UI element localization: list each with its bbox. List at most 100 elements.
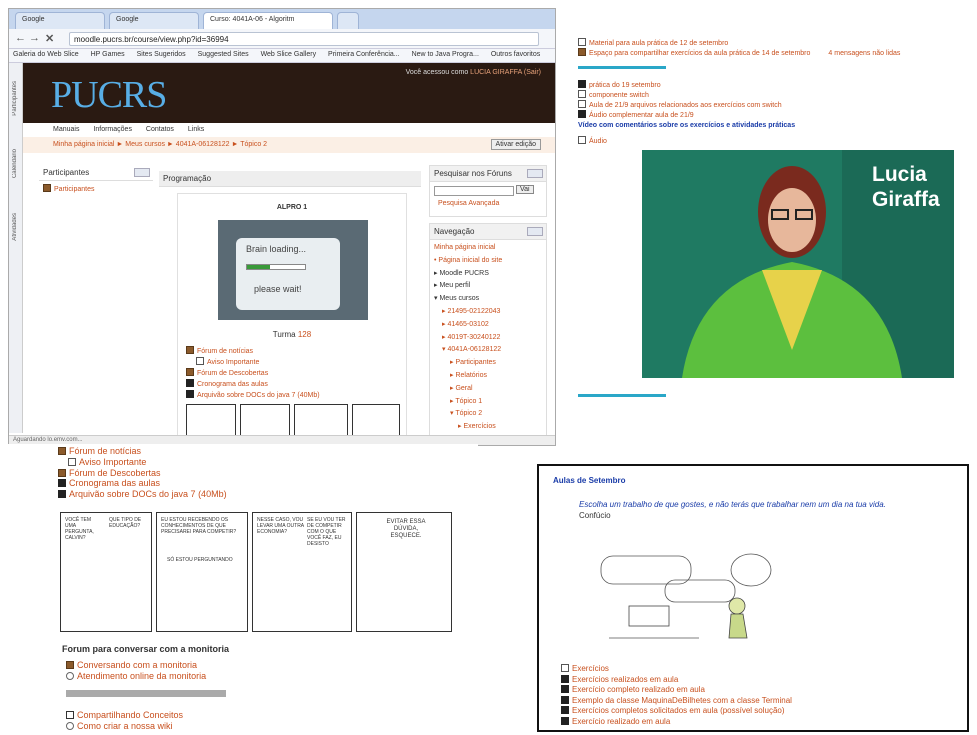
block-toggle-button[interactable] [527, 169, 543, 178]
list-item[interactable]: Arquivão sobre DOCs do java 7 (40Mb) [186, 390, 320, 401]
participants-link[interactable]: Participantes [39, 181, 153, 196]
nav-item[interactable]: ▾ Tópico 2 [434, 408, 542, 421]
block-toggle-button[interactable] [527, 227, 543, 236]
list-item[interactable]: Como criar a nossa wiki [66, 721, 183, 732]
nav-item[interactable]: ▸ Tópico 1 [434, 396, 542, 409]
list-item[interactable]: Fórum de Descobertas [58, 468, 227, 479]
lesson-list: Exercícios Exercícios realizados em aula… [561, 664, 792, 727]
list-item[interactable]: Exercícios [561, 664, 792, 675]
list-item[interactable]: Exercício completo realizado em aula [561, 685, 792, 696]
list-item[interactable]: Exercícios realizados em aula [561, 674, 792, 686]
nav-item[interactable]: ▸ Meu perfil [434, 280, 542, 293]
bookmark[interactable]: HP Games [91, 51, 125, 58]
breadcrumb[interactable]: Minha página inicial ► Meus cursos ► 404… [53, 141, 267, 148]
comic-text: NESSE CASO, VOU LEVAR UMA OUTRA ECONOMIA… [257, 517, 304, 535]
menu-item[interactable]: Manuais [53, 126, 79, 133]
list-item[interactable]: Espaço para compartilhar exercícios da a… [578, 48, 900, 58]
logout-link[interactable]: (Sair) [524, 69, 541, 76]
list-item[interactable]: Exercício realizado em aula [561, 716, 792, 728]
nav-item[interactable]: ▸ Moodle PUCRS [434, 268, 542, 281]
list-item[interactable]: Áudio complementar aula de 21/9 [578, 110, 782, 120]
presenter-last-name: Giraffa [872, 188, 940, 211]
item-label: Exemplo da classe MaquinaDeBilhetes com … [572, 695, 792, 705]
nav-item[interactable]: ▸ Participantes [434, 357, 542, 370]
login-user-link[interactable]: LUCIA GIRAFFA [470, 69, 522, 76]
list-item[interactable]: Fórum de Descobertas [186, 368, 320, 379]
list-item[interactable]: Aviso Importante [186, 357, 320, 368]
bookmark[interactable]: Primeira Conferência... [328, 51, 400, 58]
item-label: Compartilhando Conceitos [77, 710, 184, 720]
list-item[interactable]: Material para aula prática de 12 de sete… [578, 38, 900, 48]
browser-tab-1[interactable]: Google [15, 12, 105, 29]
list-item[interactable]: Arquivão sobre DOCs do java 7 (40Mb) [58, 489, 227, 500]
new-tab-button[interactable] [337, 12, 359, 29]
audio-link[interactable]: Áudio [578, 136, 607, 145]
list-item[interactable]: prática do 19 setembro [578, 80, 782, 90]
list-item[interactable]: Compartilhando Conceitos [66, 710, 183, 721]
list-item[interactable]: Atendimento online da monitoria [66, 671, 206, 682]
comic-panel: EU ESTOU RECEBENDO OS CONHECIMENTOS DE Q… [156, 512, 248, 632]
list-item[interactable]: Cronograma das aulas [186, 379, 320, 390]
video-panel: Material para aula prática de 12 de sete… [574, 34, 974, 404]
side-tab-atividades[interactable]: Atividades [12, 213, 18, 241]
nav-item[interactable]: ▾ 4041A-06128122 [434, 344, 542, 357]
list-item[interactable]: Cronograma das aulas [58, 478, 227, 489]
side-tab-calendario[interactable]: Calendário [12, 149, 18, 178]
bookmark[interactable]: Galeria do Web Slice [13, 51, 79, 58]
list-item[interactable]: componente switch [578, 90, 782, 100]
unread-count[interactable]: 4 mensagens não lidas [828, 50, 900, 57]
comic-text: EU ESTOU RECEBENDO OS CONHECIMENTOS DE Q… [161, 517, 237, 535]
file-icon [561, 695, 569, 704]
bookmark[interactable]: Outros favoritos [491, 51, 540, 58]
login-text: Você acessou como [405, 69, 469, 76]
nav-label: Moodle PUCRS [439, 269, 489, 277]
list-item[interactable]: Exemplo da classe MaquinaDeBilhetes com … [561, 695, 792, 707]
section-heading: Aulas de Setembro [553, 476, 626, 485]
forum-icon [58, 447, 66, 455]
search-go-button[interactable]: Vai [516, 185, 534, 194]
bookmark[interactable]: Sites Sugeridos [137, 51, 186, 58]
list-item[interactable]: Fórum de notícias [186, 346, 320, 357]
menu-item[interactable]: Contatos [146, 126, 174, 133]
list-item[interactable]: Conversando com a monitoria [66, 660, 206, 671]
back-icon[interactable]: ← [15, 32, 26, 44]
comic-text: SE EU VOU TER DE COMPETIR COM O QUE VOCÊ… [307, 517, 346, 547]
forward-icon[interactable]: → [29, 32, 40, 44]
brain-loading-image: Brain loading... please wait! [218, 220, 368, 320]
advanced-search-link[interactable]: Pesquisa Avançada [438, 200, 499, 207]
nav-item[interactable]: Minha página inicial [434, 242, 542, 255]
block-toggle-button[interactable] [134, 168, 150, 177]
nav-label: 21495-02122043 [447, 307, 501, 315]
nav-item[interactable]: ▸ 41465-03102 [434, 319, 542, 332]
nav-item[interactable]: ▸ 21495-02122043 [434, 306, 542, 319]
tab-label: Curso: 4041A-06 - Algoritm [210, 16, 295, 23]
menu-item[interactable]: Links [188, 126, 204, 133]
browser-tab-2[interactable]: Google [109, 12, 199, 29]
forum-search-input[interactable] [434, 186, 514, 196]
nav-item[interactable]: ▸ Geral [434, 383, 542, 396]
list-item[interactable]: Aula de 21/9 arquivos relacionados aos e… [578, 100, 782, 110]
top-item-list: Material para aula prática de 12 de sete… [578, 38, 900, 58]
nav-item[interactable]: ▸ 4019T-30240122 [434, 332, 542, 345]
edit-mode-button[interactable]: Ativar edição [490, 139, 541, 150]
list-item[interactable]: Exercícios completos solicitados em aula… [561, 706, 792, 717]
side-tab-participantes[interactable]: Participantes [12, 81, 18, 116]
list-item[interactable]: Aviso Importante [58, 457, 227, 468]
close-icon[interactable]: ✕ [45, 32, 54, 45]
bookmark[interactable]: New to Java Progra... [412, 51, 479, 58]
nav-item[interactable]: ▾ Meus cursos [434, 293, 542, 306]
menu-item[interactable]: Informações [93, 126, 132, 133]
nav-item[interactable]: • Página inicial do site [434, 255, 542, 268]
tab-label: Google [22, 16, 45, 23]
bookmark[interactable]: Suggested Sites [198, 51, 249, 58]
nav-item[interactable]: ▸ Relatórios [434, 370, 542, 383]
list-item[interactable]: Fórum de notícias [58, 446, 227, 457]
video-player[interactable]: Lucia Giraffa [642, 150, 954, 378]
nav-item[interactable]: ▸ Exercícios [434, 421, 542, 434]
bookmark[interactable]: Web Slice Gallery [261, 51, 317, 58]
browser-tab-3[interactable]: Curso: 4041A-06 - Algoritm [203, 12, 333, 29]
forum-icon [578, 48, 586, 56]
item-label: Atendimento online da monitoria [77, 670, 207, 681]
url-bar[interactable]: moodle.pucrs.br/course/view.php?id=36994 [69, 32, 539, 46]
quote-author: Confúcio [579, 511, 611, 520]
